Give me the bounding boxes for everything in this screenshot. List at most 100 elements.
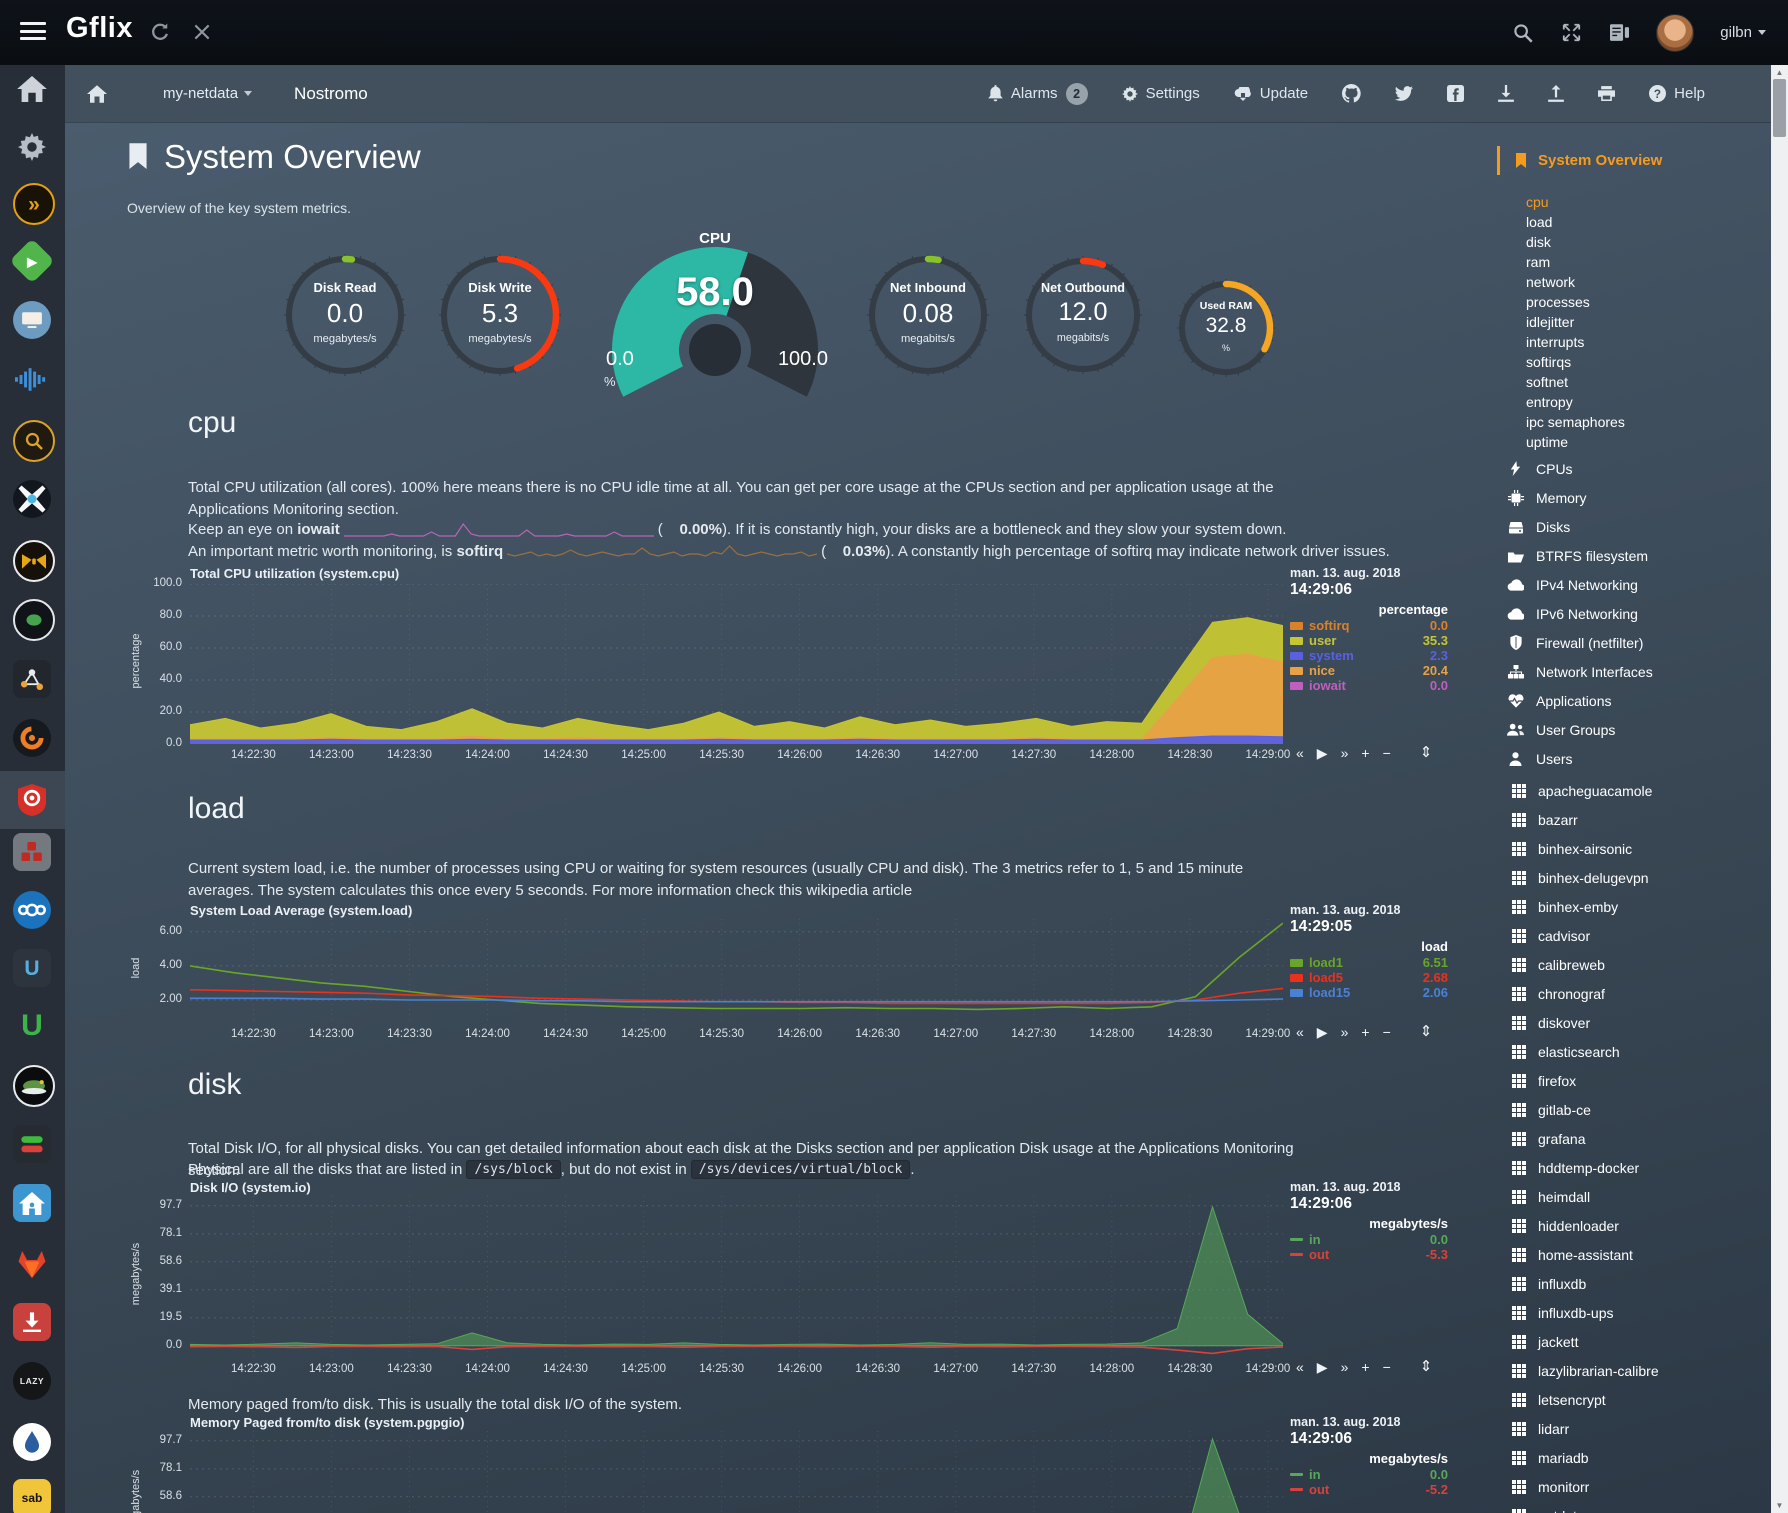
app-icon-ubooquity[interactable]: U [13, 1007, 51, 1045]
disk-chart[interactable]: 14:22:3014:23:0014:23:3014:24:0014:24:30… [190, 1196, 1283, 1358]
nav-app-mariadb[interactable]: mariadb [1511, 1443, 1659, 1472]
app-icon-plex[interactable]: » [13, 183, 55, 225]
zoom-out-button[interactable]: − [1383, 1025, 1391, 1039]
legend-row-load5[interactable]: load52.68 [1290, 970, 1448, 985]
settings-button[interactable]: Settings [1122, 85, 1200, 102]
legend-row-load15[interactable]: load152.06 [1290, 985, 1448, 1000]
nav-app-grafana[interactable]: grafana [1511, 1124, 1659, 1153]
nav-app-hiddenloader[interactable]: hiddenloader [1511, 1211, 1659, 1240]
nav-section-ipv6-networking[interactable]: IPv6 Networking [1507, 599, 1653, 628]
legend-row-user[interactable]: user35.3 [1290, 633, 1448, 648]
app-icon-emby[interactable]: ▶ [9, 238, 54, 283]
play-button[interactable]: ▶ [1317, 746, 1328, 760]
load-chart[interactable]: 14:22:3014:23:0014:23:3014:24:0014:24:30… [190, 919, 1283, 1023]
legend-row-system[interactable]: system2.3 [1290, 648, 1448, 663]
app-icon-bowtie[interactable] [13, 540, 55, 582]
nav-section-ipv4-networking[interactable]: IPv4 Networking [1507, 570, 1653, 599]
pan-left-button[interactable]: « [1296, 1360, 1304, 1374]
disk-read-gauge[interactable]: Disk Read0.0megabytes/s [283, 253, 407, 377]
app-icon-deluge[interactable] [13, 1423, 51, 1461]
app-icon-youtube-dl[interactable] [13, 1303, 51, 1341]
user-menu[interactable]: gilbn [1720, 24, 1766, 41]
app-icon-lazylibrarian[interactable]: LAZY [13, 1362, 51, 1400]
nav-link-ipc-semaphores[interactable]: ipc semaphores [1526, 412, 1625, 432]
nav-link-ram[interactable]: ram [1526, 252, 1625, 272]
legend-row-nice[interactable]: nice20.4 [1290, 663, 1448, 678]
home-icon[interactable] [87, 85, 107, 103]
app-icon-home[interactable] [13, 70, 51, 108]
search-icon[interactable] [1512, 22, 1534, 44]
app-icon-settings[interactable] [13, 128, 51, 166]
fullscreen-icon[interactable] [1560, 22, 1582, 44]
nav-system-overview[interactable]: System Overview [1497, 146, 1662, 175]
resize-handle[interactable]: ⇕ [1420, 746, 1433, 760]
scroll-down-icon[interactable]: ▼ [1771, 1501, 1788, 1510]
nav-link-uptime[interactable]: uptime [1526, 432, 1625, 452]
used-ram-gauge[interactable]: Used RAM32.8% [1176, 278, 1276, 378]
nav-section-btrfs-filesystem[interactable]: BTRFS filesystem [1507, 541, 1653, 570]
nav-link-processes[interactable]: processes [1526, 292, 1625, 312]
twitter-icon[interactable] [1395, 86, 1413, 101]
nav-link-softirqs[interactable]: softirqs [1526, 352, 1625, 372]
github-icon[interactable] [1342, 84, 1361, 103]
nav-link-entropy[interactable]: entropy [1526, 392, 1625, 412]
nav-section-user-groups[interactable]: User Groups [1507, 715, 1653, 744]
nav-app-home-assistant[interactable]: home-assistant [1511, 1240, 1659, 1269]
export-icon[interactable] [1548, 85, 1564, 103]
nav-app-apacheguacamole[interactable]: apacheguacamole [1511, 776, 1659, 805]
pgpgio-chart[interactable]: 97.778.158.639.119.50.0 [190, 1431, 1283, 1513]
nav-app-binhex-delugevpn[interactable]: binhex-delugevpn [1511, 863, 1659, 892]
server-selector[interactable]: my-netdata [163, 85, 252, 102]
nav-link-cpu[interactable]: cpu [1526, 192, 1625, 212]
legend-row-out[interactable]: out-5.3 [1290, 1247, 1448, 1262]
nav-app-bazarr[interactable]: bazarr [1511, 805, 1659, 834]
app-icon-airsonic[interactable] [13, 360, 51, 398]
zoom-in-button[interactable]: + [1361, 1360, 1369, 1374]
app-icon-monitorr[interactable] [13, 1125, 51, 1163]
legend-row-in[interactable]: in0.0 [1290, 1232, 1448, 1247]
app-icon-beret-app[interactable] [13, 1065, 55, 1107]
nav-link-softnet[interactable]: softnet [1526, 372, 1625, 392]
app-icon-jackett[interactable] [13, 420, 55, 462]
app-icon-sabnzbd[interactable]: sab [13, 1479, 51, 1513]
menu-icon[interactable] [20, 22, 46, 42]
legend-row-out[interactable]: out-5.2 [1290, 1482, 1448, 1497]
play-button[interactable]: ▶ [1317, 1025, 1328, 1039]
nav-link-network[interactable]: network [1526, 272, 1625, 292]
close-tab-icon[interactable] [188, 18, 216, 46]
nav-app-calibreweb[interactable]: calibreweb [1511, 950, 1659, 979]
pan-right-button[interactable]: » [1341, 746, 1349, 760]
nav-app-elasticsearch[interactable]: elasticsearch [1511, 1037, 1659, 1066]
help-button[interactable]: ? Help [1649, 85, 1705, 102]
app-icon-camera-shield[interactable] [13, 781, 51, 819]
net-outbound-gauge[interactable]: Net Outbound12.0megabits/s [1023, 255, 1143, 375]
zoom-out-button[interactable]: − [1383, 1360, 1391, 1374]
nav-link-disk[interactable]: disk [1526, 232, 1625, 252]
nav-app-monitorr[interactable]: monitorr [1511, 1472, 1659, 1501]
nav-link-interrupts[interactable]: interrupts [1526, 332, 1625, 352]
nav-section-firewall-netfilter-[interactable]: Firewall (netfilter) [1507, 628, 1653, 657]
nav-app-binhex-airsonic[interactable]: binhex-airsonic [1511, 834, 1659, 863]
page-scrollbar[interactable]: ▲ ▼ [1771, 65, 1788, 1513]
nav-app-influxdb[interactable]: influxdb [1511, 1269, 1659, 1298]
zoom-in-button[interactable]: + [1361, 746, 1369, 760]
legend-row-softirq[interactable]: softirq0.0 [1290, 618, 1448, 633]
app-icon-node-graph[interactable] [13, 660, 51, 698]
print-icon[interactable] [1598, 86, 1615, 101]
pan-left-button[interactable]: « [1296, 746, 1304, 760]
scroll-up-icon[interactable]: ▲ [1771, 68, 1788, 77]
app-icon-gitlab[interactable] [13, 1245, 51, 1283]
resize-handle[interactable]: ⇕ [1420, 1025, 1433, 1039]
pan-right-button[interactable]: » [1341, 1360, 1349, 1374]
net-inbound-gauge[interactable]: Net Inbound0.08megabits/s [866, 253, 990, 377]
nav-link-idlejitter[interactable]: idlejitter [1526, 312, 1625, 332]
nav-section-memory[interactable]: Memory [1507, 483, 1653, 512]
nav-section-users[interactable]: Users [1507, 744, 1653, 773]
legend-row-in[interactable]: in0.0 [1290, 1467, 1448, 1482]
nav-app-letsencrypt[interactable]: letsencrypt [1511, 1385, 1659, 1414]
nav-section-cpus[interactable]: CPUs [1507, 454, 1653, 483]
app-icon-kodi[interactable] [13, 480, 51, 518]
app-icon-green-ring[interactable] [13, 599, 55, 641]
app-icon-resilio[interactable] [13, 833, 51, 871]
nav-app-firefox[interactable]: firefox [1511, 1066, 1659, 1095]
